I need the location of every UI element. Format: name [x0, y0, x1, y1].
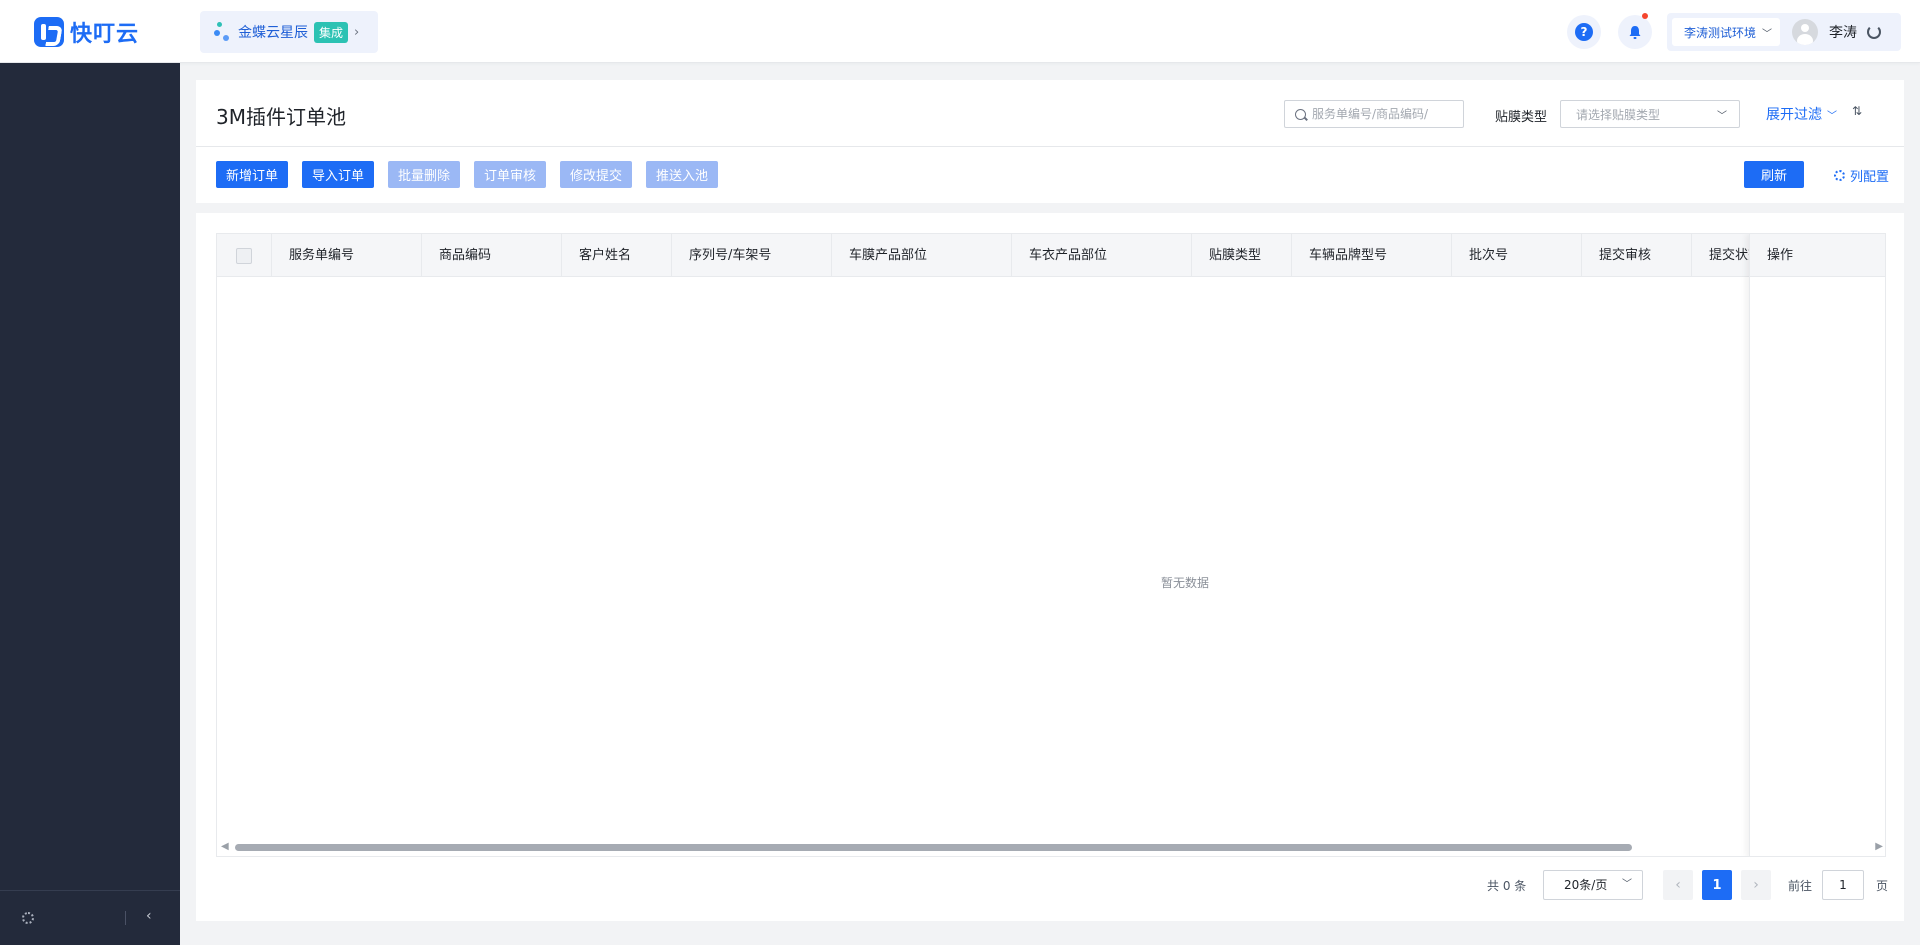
- push-to-pool-button[interactable]: 推送入池: [646, 161, 719, 188]
- goto-page-input[interactable]: [1822, 870, 1864, 900]
- app-logo[interactable]: 快叮云: [34, 17, 139, 47]
- collapse-sidebar-icon[interactable]: ‹: [146, 908, 152, 924]
- column-header[interactable]: 车膜产品部位: [832, 234, 1012, 277]
- table-header: 服务单编号 商品编码 客户姓名 序列号/车架号 车膜产品部位 车衣产品部位 贴膜…: [217, 234, 1885, 277]
- page-title: 3M插件订单池: [216, 105, 346, 129]
- batch-delete-button[interactable]: 批量删除: [388, 161, 461, 188]
- column-header[interactable]: 贴膜类型: [1192, 234, 1292, 277]
- refresh-button[interactable]: 刷新: [1744, 161, 1804, 188]
- integration-dots-icon: [214, 22, 230, 42]
- header-divider: [196, 146, 1904, 147]
- order-review-button[interactable]: 订单审核: [474, 161, 547, 188]
- total-count: 共 0 条: [1487, 879, 1527, 893]
- table-card: 服务单编号 商品编码 客户姓名 序列号/车架号 车膜产品部位 车衣产品部位 贴膜…: [196, 213, 1904, 921]
- actions-column-header: 操作: [1750, 234, 1885, 277]
- sort-icon[interactable]: ⇅: [1852, 104, 1862, 118]
- app-switcher[interactable]: 金蝶云星辰 集成 ›: [200, 11, 378, 53]
- select-all-checkbox[interactable]: [236, 248, 252, 264]
- chevron-right-icon: ›: [354, 24, 360, 40]
- modify-submit-button[interactable]: 修改提交: [560, 161, 633, 188]
- search-input[interactable]: [1312, 107, 1462, 121]
- user-area: 李涛测试环境 ﹀ 李涛: [1667, 13, 1901, 51]
- select-all-cell: [217, 234, 272, 277]
- prev-page-button[interactable]: ‹: [1663, 870, 1693, 900]
- column-header[interactable]: 服务单编号: [272, 234, 422, 277]
- page-size-value: 20条/页: [1564, 878, 1608, 892]
- settings-gear-icon[interactable]: [22, 912, 34, 924]
- notification-dot: [1642, 13, 1648, 19]
- fixed-actions-column: 操作: [1749, 234, 1885, 856]
- add-order-button[interactable]: 新增订单: [216, 161, 289, 188]
- scroll-right-arrow-icon[interactable]: ▶: [1875, 841, 1883, 852]
- environment-label: 李涛测试环境: [1684, 25, 1757, 40]
- import-order-button[interactable]: 导入订单: [302, 161, 375, 188]
- column-header[interactable]: 提交审核: [1582, 234, 1692, 277]
- notification-button[interactable]: [1618, 13, 1652, 49]
- environment-select[interactable]: 李涛测试环境 ﹀: [1672, 18, 1781, 46]
- horizontal-scrollbar[interactable]: ◀ ▶: [217, 838, 1885, 856]
- page-number-button[interactable]: 1: [1702, 870, 1732, 900]
- app-name: 金蝶云星辰: [238, 25, 308, 41]
- scroll-left-arrow-icon[interactable]: ◀: [221, 841, 229, 852]
- column-header[interactable]: 客户姓名: [562, 234, 672, 277]
- film-type-select[interactable]: 请选择贴膜类型 ﹀: [1560, 100, 1740, 128]
- help-button[interactable]: ?: [1567, 15, 1601, 49]
- logo-icon: [34, 17, 64, 47]
- search-icon: [1295, 108, 1306, 120]
- column-header[interactable]: 批次号: [1452, 234, 1582, 277]
- top-header: 快叮云 金蝶云星辰 集成 › ? 李涛测试环境 ﹀ 李涛: [0, 0, 1920, 63]
- page-unit-label: 页: [1876, 879, 1889, 893]
- empty-state-text: 暂无数据: [1161, 576, 1210, 590]
- column-header[interactable]: 车辆品牌型号: [1292, 234, 1452, 277]
- chevron-down-icon: ﹀: [1717, 111, 1727, 122]
- chevron-down-icon: ﹀: [1622, 879, 1632, 890]
- goto-label: 前往: [1788, 879, 1813, 893]
- logo-text: 快叮云: [70, 22, 140, 47]
- sidebar: ‹: [0, 63, 180, 945]
- column-header[interactable]: 车衣产品部位: [1012, 234, 1192, 277]
- user-name[interactable]: 李涛: [1829, 22, 1857, 42]
- column-header[interactable]: 商品编码: [422, 234, 562, 277]
- chevron-down-icon: ﹀: [1827, 110, 1837, 122]
- order-table: 服务单编号 商品编码 客户姓名 序列号/车架号 车膜产品部位 车衣产品部位 贴膜…: [216, 233, 1886, 857]
- reload-icon[interactable]: [1867, 25, 1882, 39]
- avatar[interactable]: [1792, 19, 1819, 45]
- column-config-label: 列配置: [1850, 170, 1890, 185]
- chevron-down-icon: ﹀: [1762, 28, 1773, 40]
- expand-filter-label: 展开过滤: [1766, 107, 1822, 123]
- scrollbar-thumb[interactable]: [235, 844, 1632, 851]
- page-size-select[interactable]: 20条/页 ﹀: [1543, 870, 1643, 900]
- sidebar-divider: [125, 911, 126, 925]
- help-icon: ?: [1575, 23, 1593, 41]
- expand-filter-link[interactable]: 展开过滤 ﹀: [1766, 104, 1837, 124]
- search-box[interactable]: [1284, 100, 1464, 128]
- next-page-button[interactable]: ›: [1741, 870, 1771, 900]
- sidebar-footer: ‹: [0, 890, 180, 945]
- film-type-label: 贴膜类型: [1495, 110, 1548, 125]
- column-header[interactable]: 序列号/车架号: [672, 234, 832, 277]
- page-header-card: 3M插件订单池 贴膜类型 请选择贴膜类型 ﹀ 展开过滤 ﹀ ⇅ 新增订单 导入订…: [196, 80, 1904, 203]
- gear-icon: [1834, 170, 1845, 181]
- integration-badge: 集成: [314, 21, 349, 43]
- column-config-link[interactable]: 列配置: [1834, 166, 1889, 185]
- film-type-placeholder: 请选择贴膜类型: [1576, 107, 1661, 122]
- bell-icon: [1629, 25, 1641, 39]
